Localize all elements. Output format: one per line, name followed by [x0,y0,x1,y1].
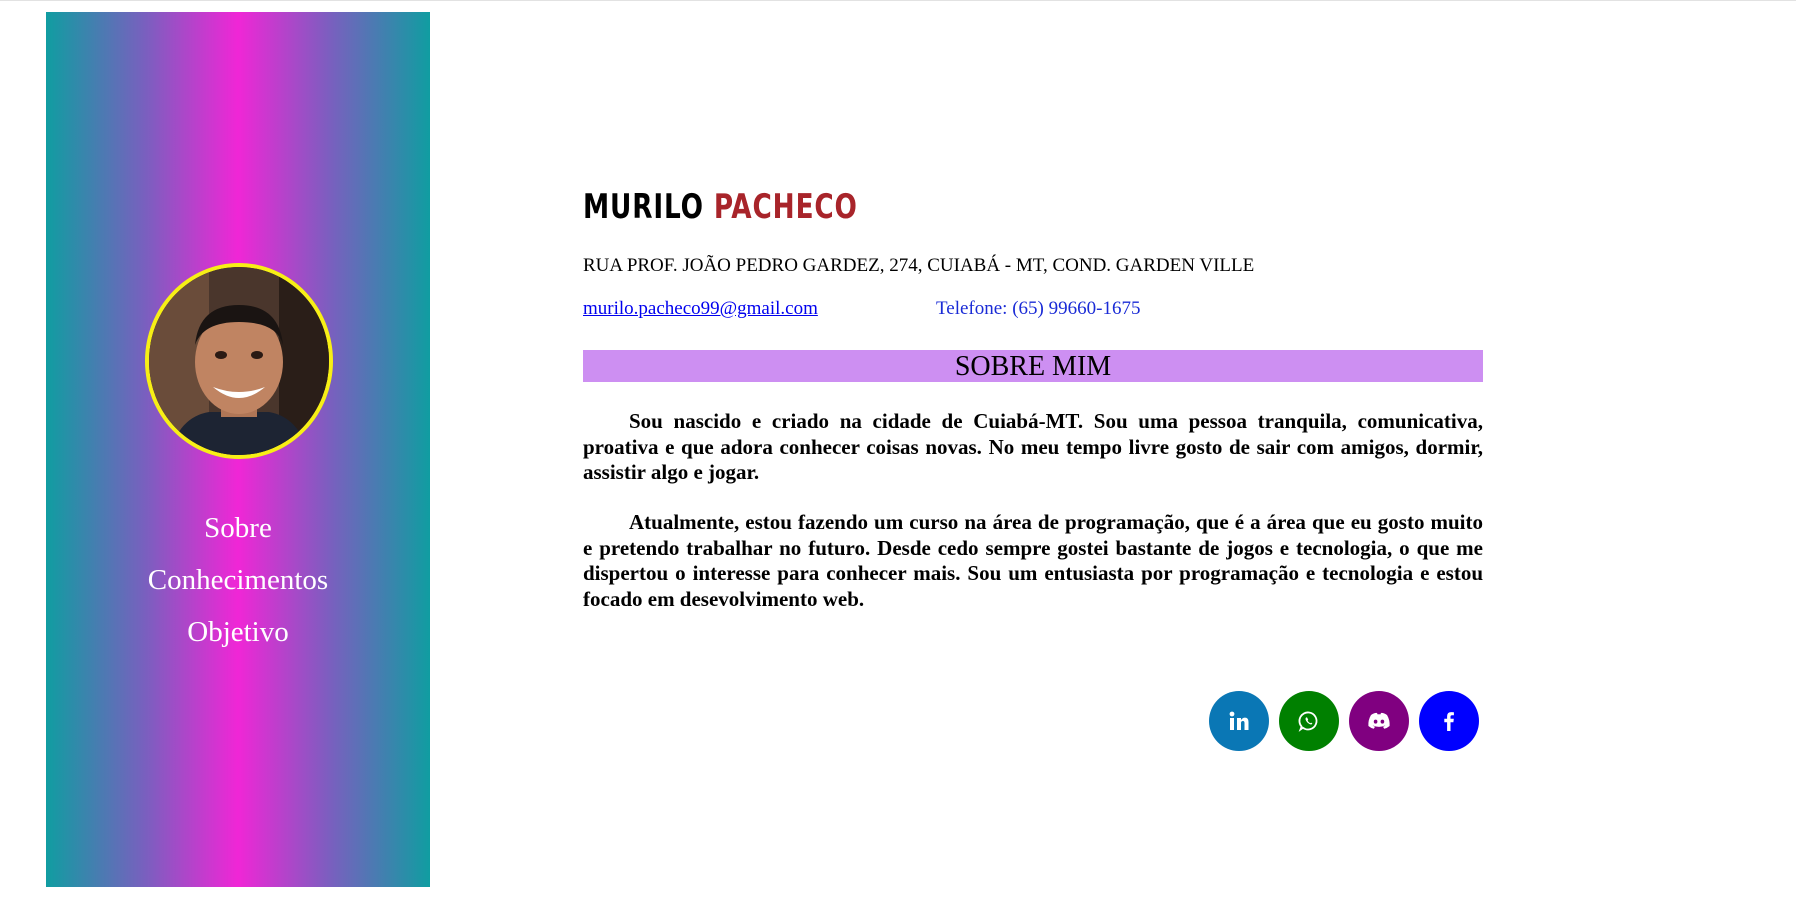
sidebar: Sobre Conhecimentos Objetivo [46,12,430,887]
social-links [1209,691,1479,751]
facebook-button[interactable] [1419,691,1479,751]
linkedin-icon [1229,711,1249,730]
last-name: PACHECO [713,187,858,227]
discord-button[interactable] [1349,691,1409,751]
facebook-icon [1444,712,1454,731]
linkedin-button[interactable] [1209,691,1269,751]
nav-item-conhecimentos[interactable]: Conhecimentos [46,554,430,606]
discord-icon [1368,712,1390,729]
whatsapp-icon [1298,711,1318,732]
address: RUA PROF. JOÃO PEDRO GARDEZ, 274, CUIABÁ… [583,255,1255,276]
about-paragraph: Sou nascido e criado na cidade de Cuiabá… [583,409,1483,484]
about-paragraph: Atualmente, estou fazendo um curso na ár… [583,510,1483,611]
section-heading-sobre-mim: SOBRE MIM [583,350,1483,382]
nav-item-objetivo[interactable]: Objetivo [46,606,430,658]
nav-item-sobre[interactable]: Sobre [46,502,430,554]
profile-name: MURILO PACHECO [583,187,858,227]
whatsapp-button[interactable] [1279,691,1339,751]
first-name: MURILO [583,187,704,227]
phone: Telefone: (65) 99660-1675 [936,298,1141,319]
email-link[interactable]: murilo.pacheco99@gmail.com [583,298,818,320]
avatar [145,263,333,459]
sidebar-nav: Sobre Conhecimentos Objetivo [46,502,430,658]
